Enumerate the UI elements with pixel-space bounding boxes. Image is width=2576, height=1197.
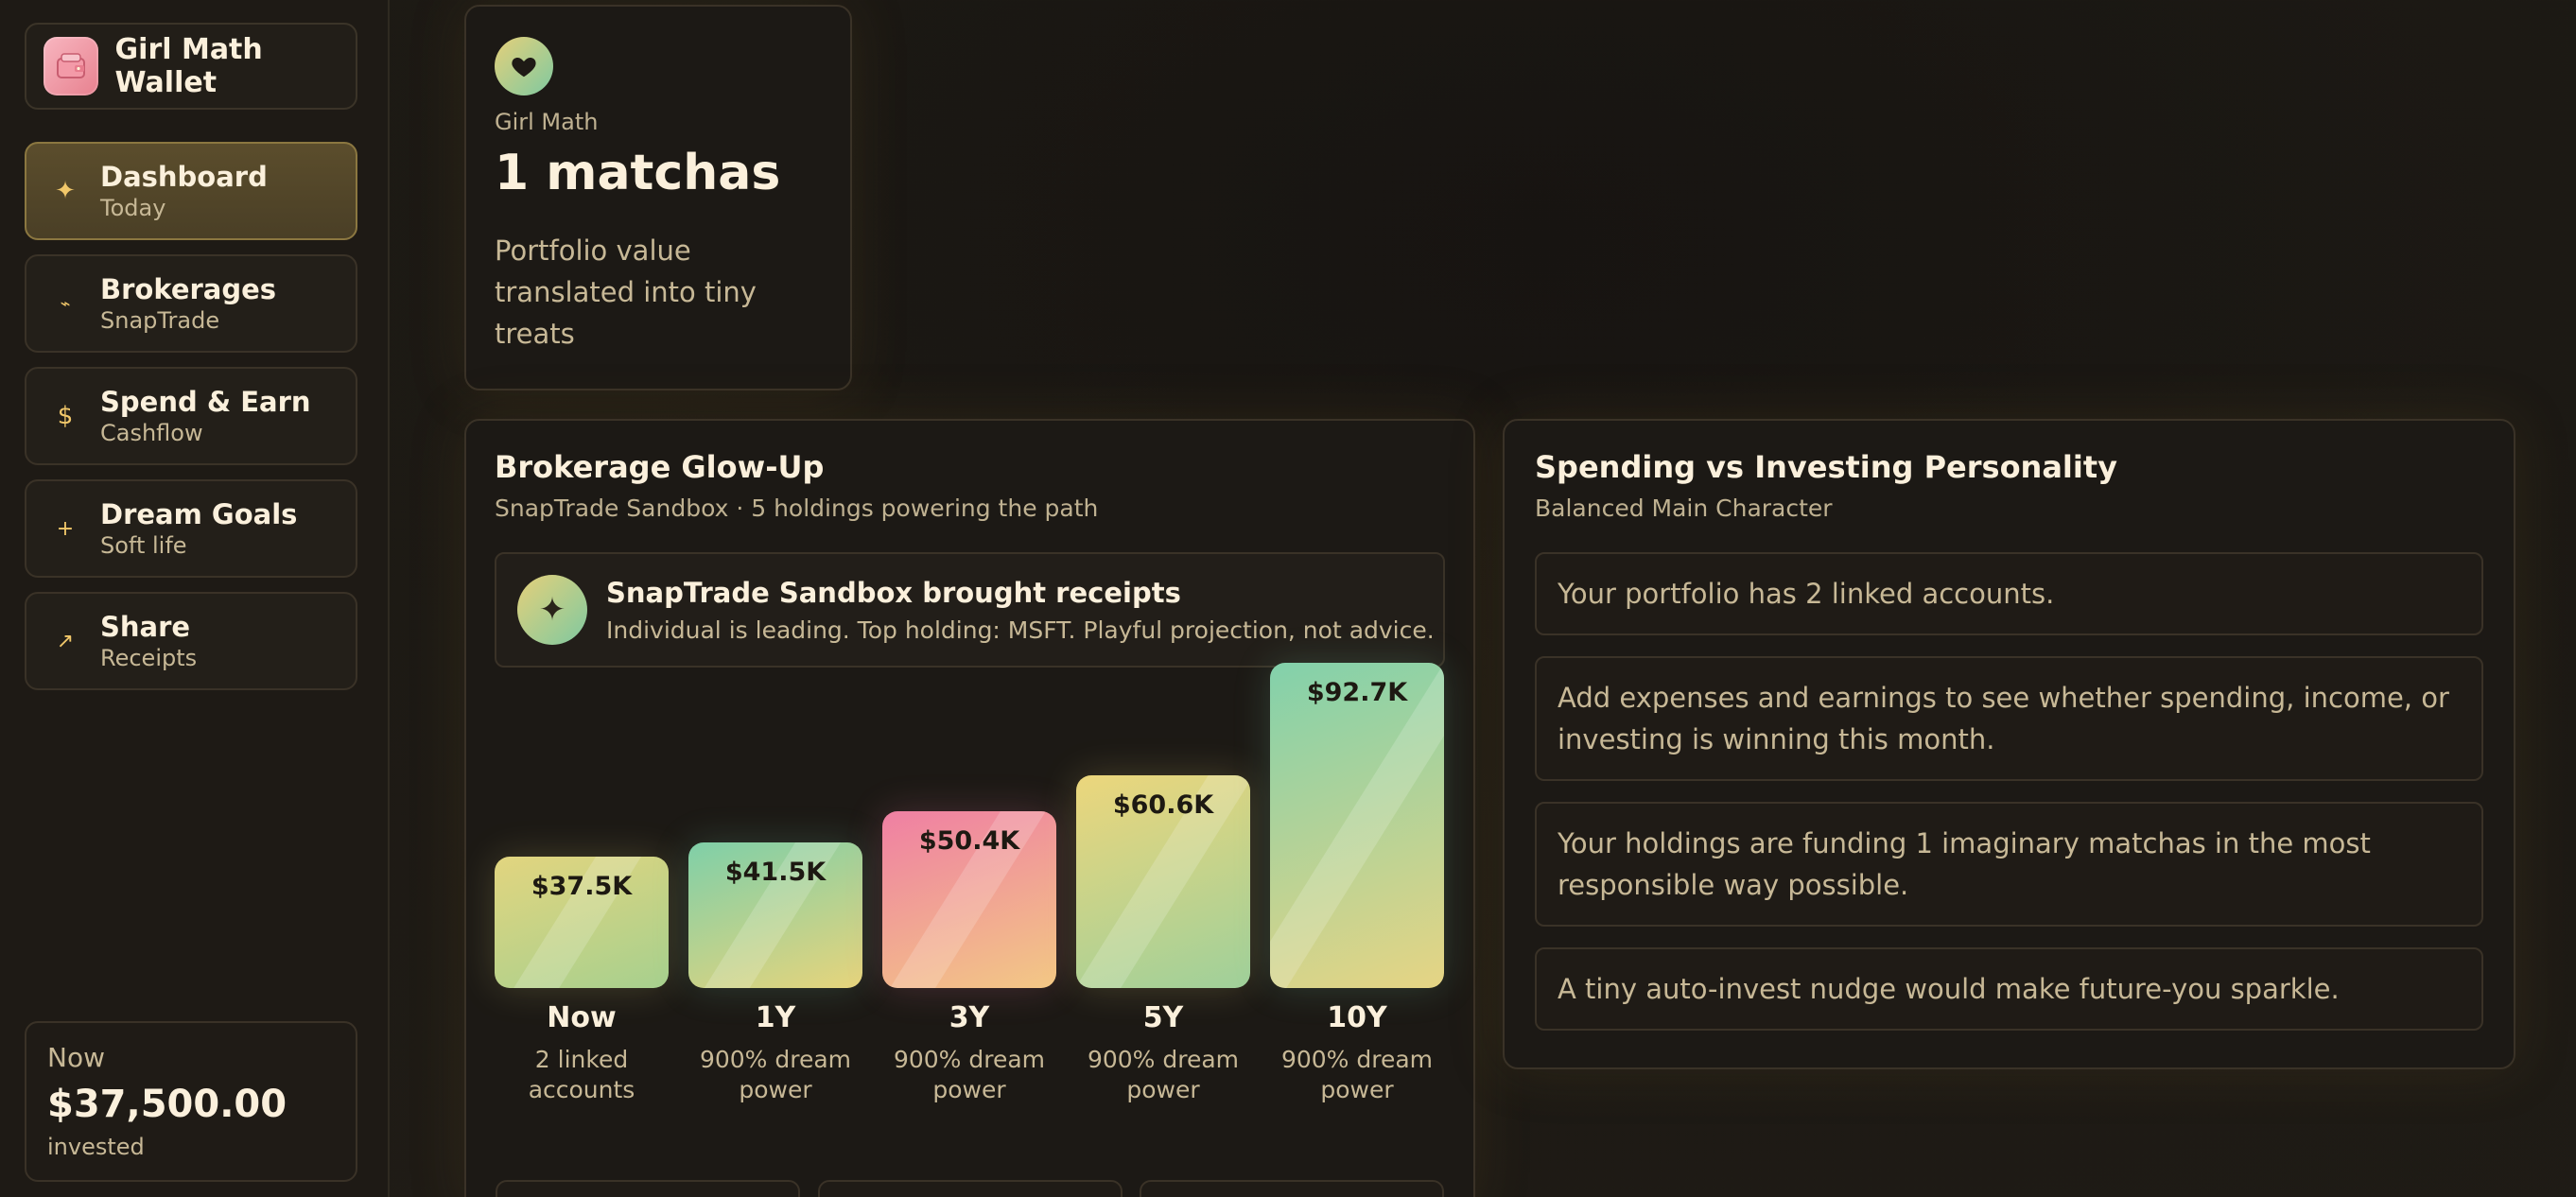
brand[interactable]: Girl Math Wallet <box>25 23 357 110</box>
sidebar: Girl Math Wallet ✦ Dashboard Today ⌁ Bro… <box>0 0 390 1197</box>
arrow-icon: ↗ <box>56 629 75 653</box>
nav-title: Share <box>100 611 191 643</box>
bar-note: 900% dream power <box>893 1046 1046 1103</box>
personality-insight: Add expenses and earnings to see whether… <box>1535 656 2483 781</box>
bar: $41.5K <box>688 842 862 988</box>
stat-card-stub <box>1140 1180 1444 1197</box>
bar-category-label: 1Y <box>755 1001 796 1034</box>
girl-math-card: Girl Math 1 matchas Portfolio value tran… <box>464 5 852 390</box>
bar: $92.7K <box>1270 663 1444 988</box>
bar-note: 900% dream power <box>1280 1046 1434 1103</box>
personality-insight: Your portfolio has 2 linked accounts. <box>1535 552 2483 635</box>
nav-title: Dashboard <box>100 161 268 193</box>
invested-sub: invested <box>47 1134 145 1160</box>
nav-subtitle: Today <box>100 195 166 221</box>
plus-icon: + <box>56 516 75 541</box>
nav-dream-goals[interactable]: + Dream Goals Soft life <box>25 479 357 578</box>
nav-brokerages[interactable]: ⌁ Brokerages SnapTrade <box>25 254 357 353</box>
glow-title: Brokerage Glow-Up <box>495 449 825 485</box>
bar-note: 2 linked accounts <box>528 1046 635 1103</box>
glow-subtitle: SnapTrade Sandbox · 5 holdings powering … <box>495 494 1099 522</box>
bar-note: 900% dream power <box>699 1046 852 1103</box>
bar-value-label: $37.5K <box>531 872 633 901</box>
girl-math-description: Portfolio value translated into tiny tre… <box>495 234 757 350</box>
invested-label: Now <box>47 1042 105 1073</box>
receipt-subtitle: Individual is leading. Top holding: MSFT… <box>606 616 1435 644</box>
bar-value-label: $92.7K <box>1306 678 1408 707</box>
bar-value-label: $50.4K <box>918 826 1020 856</box>
nav-share[interactable]: ↗ Share Receipts <box>25 592 357 690</box>
stat-card-stub <box>818 1180 1123 1197</box>
invested-value: $37,500.00 <box>47 1083 287 1126</box>
bar-value-label: $41.5K <box>724 858 827 887</box>
receipt-banner: ✦ SnapTrade Sandbox brought receipts Ind… <box>495 552 1445 668</box>
nav-title: Dream Goals <box>100 498 298 530</box>
projection-bar-chart: $37.5K Now 2 linked accounts $41.5K 1Y 900% d… <box>495 663 1445 1103</box>
bar-column: $50.4K 3Y 900% dream power <box>882 704 1056 1103</box>
nav-subtitle: Cashflow <box>100 420 203 446</box>
nav-title: Brokerages <box>100 273 277 305</box>
link-icon: ⌁ <box>60 293 71 314</box>
personality-insight: A tiny auto-invest nudge would make futu… <box>1535 947 2483 1031</box>
bar-column: $60.6K 5Y 900% dream power <box>1076 704 1250 1103</box>
bar-note: 900% dream power <box>1087 1046 1240 1103</box>
nav-spend-earn[interactable]: $ Spend & Earn Cashflow <box>25 367 357 465</box>
heart-icon <box>495 37 553 95</box>
sparkle-icon: ✦ <box>517 575 587 645</box>
app-name: Girl Math Wallet <box>114 33 263 99</box>
stat-card-stub <box>496 1180 800 1197</box>
bar: $50.4K <box>882 811 1056 988</box>
girl-math-value: 1 matchas <box>495 145 781 201</box>
nav-subtitle: Soft life <box>100 532 187 559</box>
bar: $37.5K <box>495 857 669 988</box>
nav-title: Spend & Earn <box>100 386 311 418</box>
bar-category-label: 10Y <box>1327 1001 1387 1034</box>
personality-title: Spending vs Investing Personality <box>1535 449 2118 485</box>
personality-subtitle: Balanced Main Character <box>1535 494 1833 522</box>
personality-card: Spending vs Investing Personality Balanc… <box>1503 419 2515 1069</box>
sparkle-icon: ✦ <box>55 177 76 205</box>
invested-summary: Now $37,500.00 invested <box>25 1021 357 1182</box>
bar-category-label: 3Y <box>949 1001 990 1034</box>
bar-column: $92.7K 10Y 900% dream power <box>1270 663 1444 1103</box>
bar-column: $37.5K Now 2 linked accounts <box>495 704 669 1103</box>
nav-subtitle: SnapTrade <box>100 307 220 334</box>
bar: $60.6K <box>1076 775 1250 988</box>
bar-category-label: Now <box>547 1001 617 1034</box>
wallet-icon <box>44 37 98 95</box>
nav-subtitle: Receipts <box>100 645 198 671</box>
bar-value-label: $60.6K <box>1112 790 1214 820</box>
bar-category-label: 5Y <box>1142 1001 1184 1034</box>
personality-insight: Your holdings are funding 1 imaginary ma… <box>1535 802 2483 927</box>
nav-dashboard[interactable]: ✦ Dashboard Today <box>25 142 357 240</box>
girl-math-label: Girl Math <box>495 109 599 135</box>
bar-column: $41.5K 1Y 900% dream power <box>688 704 862 1103</box>
brokerage-glow-up-card: Brokerage Glow-Up SnapTrade Sandbox · 5 … <box>464 419 1475 1197</box>
receipt-title: SnapTrade Sandbox brought receipts <box>606 576 1181 609</box>
dollar-icon: $ <box>57 402 74 430</box>
